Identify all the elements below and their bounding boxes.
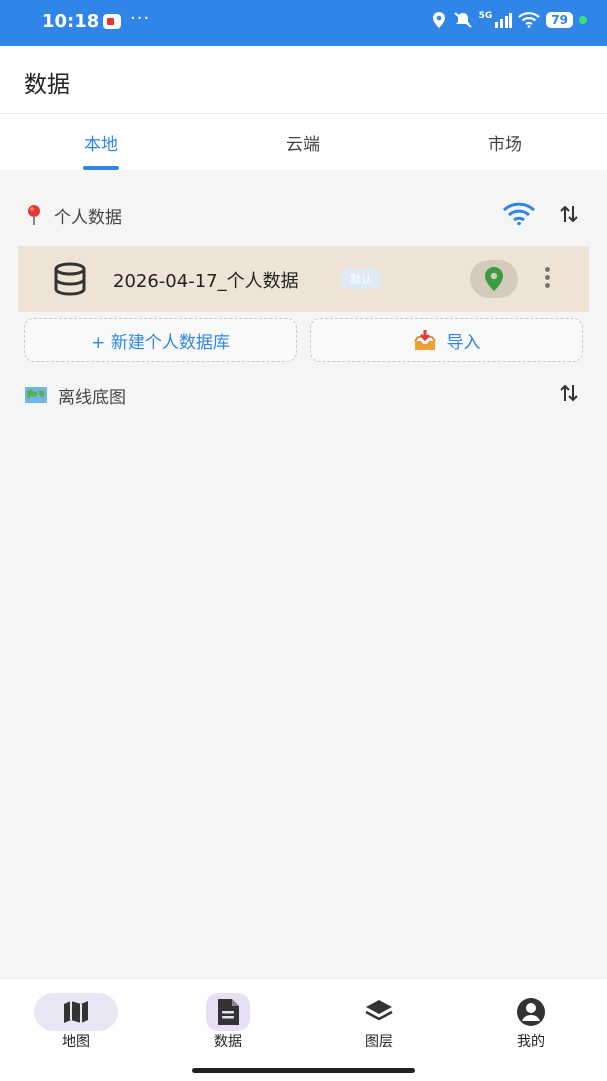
- nav-profile-label: 我的: [517, 1034, 545, 1050]
- map-icon: [64, 1001, 88, 1023]
- tab-market[interactable]: 市场: [445, 130, 565, 155]
- tab-active-indicator: [83, 166, 119, 170]
- tab-bar: 本地 云端 市场: [0, 114, 607, 170]
- world-map-icon: [25, 387, 47, 403]
- bottom-navigation: 地图 数据 图层 我的: [0, 978, 607, 1081]
- section-label-offline-basemap: 离线底图: [58, 387, 126, 408]
- nav-data-label: 数据: [214, 1034, 242, 1050]
- page-title: 数据: [24, 72, 70, 98]
- active-indicator-icon: [579, 16, 587, 24]
- inbox-tray-icon: [413, 330, 436, 350]
- wifi-status-icon: [518, 12, 541, 28]
- nav-profile[interactable]: 我的: [471, 993, 591, 1051]
- profile-icon: [517, 998, 545, 1026]
- nav-layers[interactable]: 图层: [319, 993, 439, 1051]
- database-icon: [54, 262, 86, 296]
- offline-basemap-section-header: 离线底图: [24, 380, 584, 410]
- nav-map-label: 地图: [62, 1034, 90, 1050]
- battery-level: 79: [546, 12, 573, 28]
- default-badge: 默认: [341, 269, 381, 289]
- more-options-icon[interactable]: [540, 267, 554, 293]
- import-label: 导入: [446, 332, 481, 353]
- status-bar: 10:18 ··· 5G 79: [0, 0, 607, 46]
- import-button[interactable]: 导入: [310, 318, 583, 362]
- nav-map-pill: [34, 993, 118, 1031]
- nav-data[interactable]: 数据: [168, 993, 288, 1051]
- nav-layers-pill: [337, 993, 421, 1031]
- new-database-label: + 新建个人数据库: [91, 332, 230, 353]
- section-label-personal-data: 个人数据: [54, 207, 122, 228]
- new-database-button[interactable]: + 新建个人数据库: [24, 318, 297, 362]
- screen-record-icon: [103, 14, 121, 29]
- nav-data-pill: [186, 993, 270, 1031]
- map-marker-icon: [485, 267, 503, 291]
- database-name: 2026-04-17_个人数据: [113, 271, 299, 292]
- data-icon: [218, 999, 239, 1025]
- tab-local[interactable]: 本地: [41, 130, 161, 155]
- signal-icon: [495, 13, 513, 28]
- network-type: 5G: [478, 11, 493, 21]
- status-icons: 5G 79: [431, 11, 587, 29]
- database-row[interactable]: 2026-04-17_个人数据 默认: [18, 246, 589, 312]
- set-location-button[interactable]: [470, 260, 518, 298]
- more-notifications-icon: ···: [130, 8, 151, 29]
- sort-icon[interactable]: [558, 382, 580, 404]
- pin-icon: [28, 205, 40, 225]
- mute-icon: [453, 12, 472, 28]
- status-time: 10:18: [42, 11, 100, 32]
- app-header: 数据: [0, 46, 607, 114]
- home-indicator[interactable]: [192, 1068, 415, 1073]
- layers-icon: [365, 1000, 393, 1021]
- nav-profile-pill: [489, 993, 573, 1031]
- personal-data-section-header: 个人数据: [24, 200, 584, 230]
- location-icon: [432, 12, 445, 28]
- wifi-sync-icon[interactable]: [502, 202, 536, 226]
- nav-layers-label: 图层: [365, 1034, 393, 1050]
- sort-icon[interactable]: [558, 203, 580, 225]
- nav-map[interactable]: 地图: [16, 993, 136, 1051]
- tab-cloud[interactable]: 云端: [243, 130, 363, 155]
